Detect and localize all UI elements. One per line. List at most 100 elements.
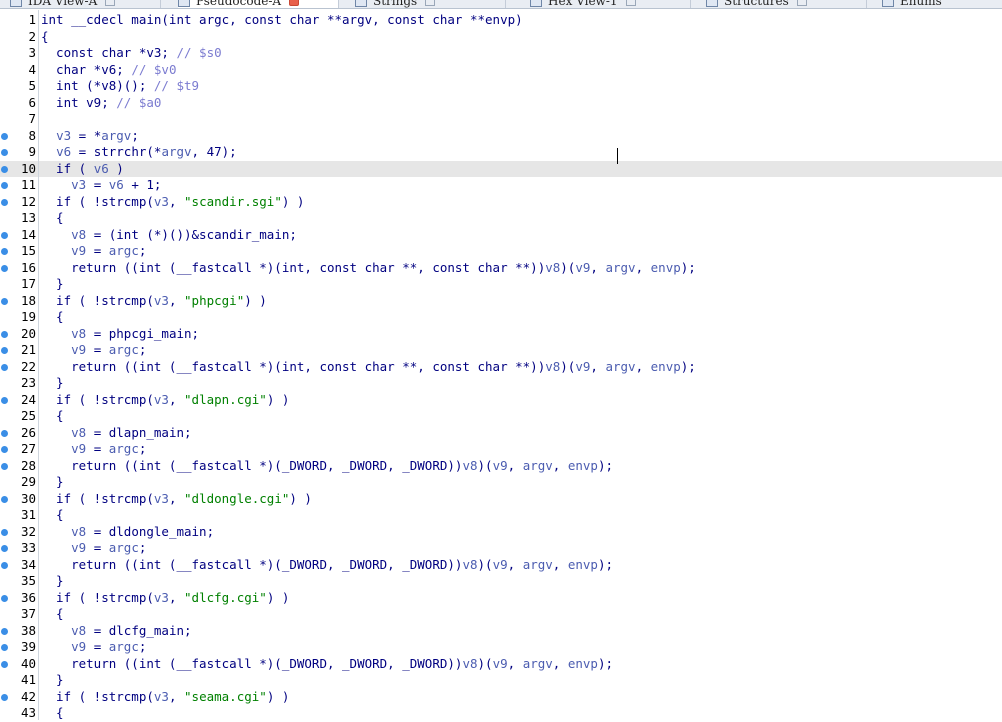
breakpoint-dot-icon[interactable] xyxy=(1,165,8,173)
variable-token[interactable]: v9 xyxy=(493,656,508,671)
breakpoint-dot-icon[interactable] xyxy=(1,693,8,701)
variable-token[interactable]: v9 xyxy=(71,441,86,456)
variable-token[interactable]: v8 xyxy=(71,227,86,242)
variable-token[interactable]: v3 xyxy=(71,177,86,192)
code-line[interactable]: 41 } xyxy=(0,672,1002,689)
breakpoint-dot-icon[interactable] xyxy=(1,149,8,156)
variable-token[interactable]: v9 xyxy=(575,260,590,275)
code-line[interactable]: 39 v9 = argc; xyxy=(0,639,1002,656)
variable-token[interactable]: v8 xyxy=(71,524,86,539)
breakpoint-dot-icon[interactable] xyxy=(1,429,8,437)
code-line[interactable]: 20 v8 = phpcgi_main; xyxy=(0,326,1002,343)
code-line[interactable]: 37 { xyxy=(0,606,1002,623)
variable-token[interactable]: v9 xyxy=(71,342,86,357)
breakpoint-dot-icon[interactable] xyxy=(1,198,8,206)
code-line[interactable]: 23 } xyxy=(0,375,1002,392)
variable-token[interactable]: argc xyxy=(109,540,139,555)
code-line[interactable]: 3 const char *v3; // $s0 xyxy=(0,45,1002,62)
code-line[interactable]: 38 v8 = dlcfg_main; xyxy=(0,623,1002,640)
variable-token[interactable]: argv xyxy=(161,144,191,159)
code-line[interactable]: 31 { xyxy=(0,507,1002,524)
breakpoint-dot-icon[interactable] xyxy=(1,330,8,338)
tab-structures[interactable]: Structures xyxy=(706,0,867,8)
variable-token[interactable]: v3 xyxy=(154,293,169,308)
code-line[interactable]: 16 return ((int (__fastcall *)(int, cons… xyxy=(0,260,1002,277)
breakpoint-dot-icon[interactable] xyxy=(1,264,8,272)
code-line[interactable]: 40 return ((int (__fastcall *)(_DWORD, _… xyxy=(0,656,1002,673)
code-line[interactable]: 34 return ((int (__fastcall *)(_DWORD, _… xyxy=(0,557,1002,574)
code-line[interactable]: 4 char *v6; // $v0 xyxy=(0,62,1002,79)
close-icon[interactable] xyxy=(796,0,807,6)
variable-token[interactable]: v3 xyxy=(56,128,71,143)
breakpoint-dot-icon[interactable] xyxy=(1,182,8,189)
variable-token[interactable]: v8 xyxy=(545,260,560,275)
code-line[interactable]: 5 int (*v8)(); // $t9 xyxy=(0,78,1002,95)
close-icon[interactable] xyxy=(289,0,300,6)
code-line[interactable]: 15 v9 = argc; xyxy=(0,243,1002,260)
variable-token[interactable]: v3 xyxy=(154,491,169,506)
variable-token[interactable]: v3 xyxy=(154,392,169,407)
variable-token[interactable]: v8 xyxy=(71,326,86,341)
tab-enums[interactable]: Enums xyxy=(882,0,1002,8)
code-line[interactable]: 21 v9 = argc; xyxy=(0,342,1002,359)
breakpoint-dot-icon[interactable] xyxy=(1,627,8,635)
breakpoint-dot-icon[interactable] xyxy=(1,363,8,371)
breakpoint-dot-icon[interactable] xyxy=(1,297,8,305)
code-line[interactable]: 30 if ( !strcmp(v3, "dldongle.cgi") ) xyxy=(0,491,1002,508)
variable-token[interactable]: v6 xyxy=(109,177,124,192)
breakpoint-dot-icon[interactable] xyxy=(1,132,8,140)
code-line[interactable]: 29 } xyxy=(0,474,1002,491)
variable-token[interactable]: v3 xyxy=(154,689,169,704)
variable-token[interactable]: argc xyxy=(109,243,139,258)
variable-token[interactable]: v3 xyxy=(154,194,169,209)
tab-strings[interactable]: Strings xyxy=(355,0,506,8)
code-line[interactable]: 36 if ( !strcmp(v3, "dlcfg.cgi") ) xyxy=(0,590,1002,607)
variable-token[interactable]: argv xyxy=(605,359,635,374)
code-line[interactable]: 42 if ( !strcmp(v3, "seama.cgi") ) xyxy=(0,689,1002,706)
code-line[interactable]: 25 { xyxy=(0,408,1002,425)
code-line[interactable]: 12 if ( !strcmp(v3, "scandir.sgi") ) xyxy=(0,194,1002,211)
code-line[interactable]: 14 v8 = (int (*)())&scandir_main; xyxy=(0,227,1002,244)
close-icon[interactable] xyxy=(625,0,636,6)
code-line[interactable]: 7 xyxy=(0,111,1002,128)
variable-token[interactable]: argv xyxy=(523,458,553,473)
variable-token[interactable]: v6 xyxy=(56,144,71,159)
tab-pseudocode-a[interactable]: Pseudocode-A xyxy=(178,0,339,8)
breakpoint-dot-icon[interactable] xyxy=(1,561,8,569)
breakpoint-dot-icon[interactable] xyxy=(1,644,8,651)
variable-token[interactable]: v9 xyxy=(493,458,508,473)
variable-token[interactable]: envp xyxy=(651,260,681,275)
code-line[interactable]: 18 if ( !strcmp(v3, "phpcgi") ) xyxy=(0,293,1002,310)
variable-token[interactable]: argv xyxy=(523,656,553,671)
code-line[interactable]: 19 { xyxy=(0,309,1002,326)
breakpoint-dot-icon[interactable] xyxy=(1,248,8,255)
variable-token[interactable]: envp xyxy=(651,359,681,374)
close-icon[interactable] xyxy=(105,0,116,6)
code-line[interactable]: 17 } xyxy=(0,276,1002,293)
code-line[interactable]: 2{ xyxy=(0,29,1002,46)
variable-token[interactable]: v6 xyxy=(94,161,109,176)
code-line[interactable]: 35 } xyxy=(0,573,1002,590)
tab-hex-view-1[interactable]: Hex View-1 xyxy=(530,0,691,8)
variable-token[interactable]: argv xyxy=(101,128,131,143)
variable-token[interactable]: argv xyxy=(605,260,635,275)
variable-token[interactable]: v3 xyxy=(154,590,169,605)
breakpoint-dot-icon[interactable] xyxy=(1,528,8,536)
code-line[interactable]: 8 v3 = *argv; xyxy=(0,128,1002,145)
variable-token[interactable]: v8 xyxy=(462,656,477,671)
variable-token[interactable]: v9 xyxy=(71,243,86,258)
variable-token[interactable]: argc xyxy=(109,441,139,456)
code-line[interactable]: 26 v8 = dlapn_main; xyxy=(0,425,1002,442)
pseudocode-view[interactable]: 1 int __cdecl main(int argc, const char *… xyxy=(0,10,1002,720)
breakpoint-dot-icon[interactable] xyxy=(1,462,8,470)
code-line[interactable]: 1 int __cdecl main(int argc, const char *… xyxy=(0,12,1002,29)
variable-token[interactable]: v8 xyxy=(71,425,86,440)
code-line[interactable]: 22 return ((int (__fastcall *)(int, cons… xyxy=(0,359,1002,376)
code-line[interactable]: 43 { xyxy=(0,705,1002,722)
code-line[interactable]: 33 v9 = argc; xyxy=(0,540,1002,557)
code-line[interactable]: 11 v3 = v6 + 1; xyxy=(0,177,1002,194)
variable-token[interactable]: v8 xyxy=(71,623,86,638)
breakpoint-dot-icon[interactable] xyxy=(1,231,8,239)
variable-token[interactable]: v9 xyxy=(493,557,508,572)
variable-token[interactable]: envp xyxy=(568,458,598,473)
